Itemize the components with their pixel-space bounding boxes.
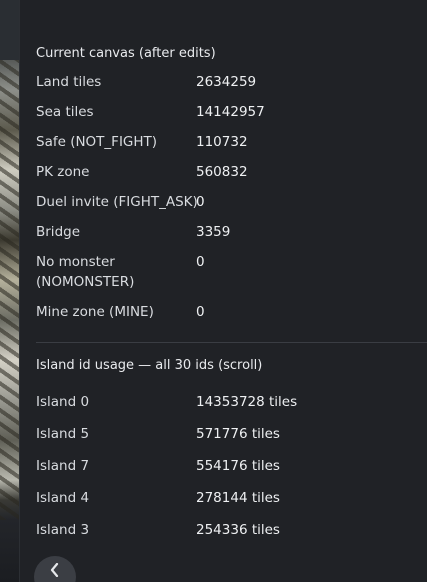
stat-label-bridge: Bridge xyxy=(36,224,81,240)
stat-label-no-monster: No monster xyxy=(36,254,115,270)
island-label: Island 5 xyxy=(36,426,90,442)
island-value: 254336 tiles xyxy=(196,522,280,538)
stat-label-no-monster-line2: (NOMONSTER) xyxy=(36,274,135,290)
island-value: 571776 tiles xyxy=(196,426,280,442)
island-label: Island 4 xyxy=(36,490,90,506)
section-divider xyxy=(36,342,427,343)
stat-value-sea: 14142957 xyxy=(196,104,265,120)
stat-value-pk-zone: 560832 xyxy=(196,164,248,180)
stat-value-land: 2634259 xyxy=(196,74,257,90)
chevron-left-icon xyxy=(50,563,59,577)
stat-label-safe: Safe (NOT_FIGHT) xyxy=(36,134,158,150)
stat-value-bridge: 3359 xyxy=(196,224,231,240)
island-usage-title: Island id usage — all 30 ids (scroll) xyxy=(36,358,263,373)
stat-label-sea: Sea tiles xyxy=(36,104,94,120)
island-label: Island 7 xyxy=(36,458,90,474)
stat-label-mine-zone: Mine zone (MINE) xyxy=(36,304,154,320)
stat-value-mine-zone: 0 xyxy=(196,304,205,320)
island-value: 554176 tiles xyxy=(196,458,280,474)
stat-label-land: Land tiles xyxy=(36,74,102,90)
stat-value-no-monster: 0 xyxy=(196,254,205,270)
island-label: Island 3 xyxy=(36,522,90,538)
island-value: 14353728 tiles xyxy=(196,394,298,410)
stat-value-duel-invite: 0 xyxy=(196,194,205,210)
canvas-stats-title: Current canvas (after edits) xyxy=(36,46,216,61)
stat-label-pk-zone: PK zone xyxy=(36,164,90,180)
stat-label-duel-invite: Duel invite (FIGHT_ASK) xyxy=(36,194,198,210)
island-value: 278144 tiles xyxy=(196,490,280,506)
island-label: Island 0 xyxy=(36,394,90,410)
background-image-strip xyxy=(0,0,19,582)
stat-value-safe: 110732 xyxy=(196,134,248,150)
stats-panel[interactable]: Current canvas (after edits) Land tiles … xyxy=(19,0,427,582)
